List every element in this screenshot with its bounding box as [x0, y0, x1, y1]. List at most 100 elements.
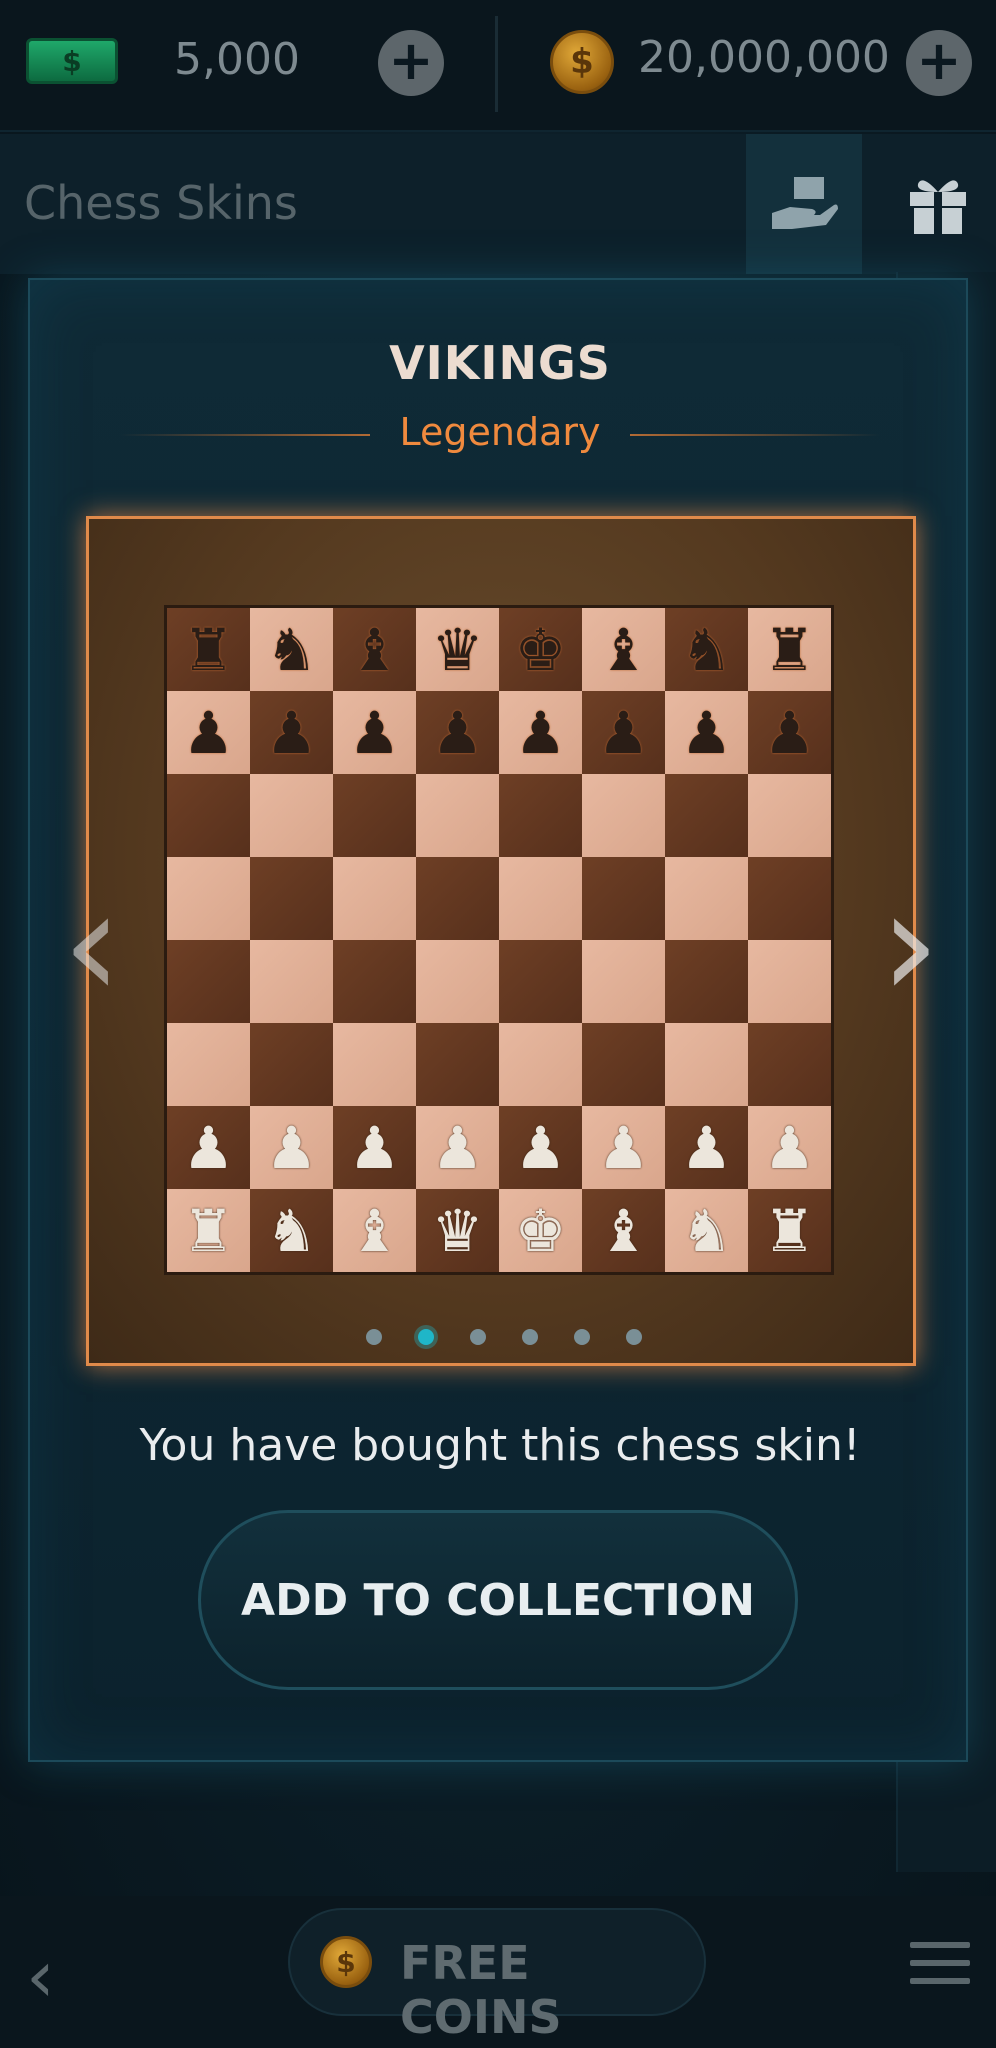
- chess-piece: ♝: [348, 1196, 401, 1265]
- chess-skins-screen: $ 5,000 + $ 20,000,000 + Chess Skins VIK…: [0, 0, 996, 2048]
- chess-piece: ♜: [182, 615, 235, 684]
- chess-piece: ♟: [431, 698, 484, 767]
- board-square: [582, 940, 665, 1023]
- chess-piece: ♟: [763, 1113, 816, 1182]
- chess-piece: ♚: [514, 1196, 567, 1265]
- chess-piece: ♟: [514, 698, 567, 767]
- chess-piece: ♛: [431, 615, 484, 684]
- board-square: ♟: [499, 1106, 582, 1189]
- board-square: ♟: [416, 691, 499, 774]
- carousel-dot[interactable]: [574, 1329, 590, 1345]
- board-square: ♝: [582, 1189, 665, 1272]
- board-square: ♟: [416, 1106, 499, 1189]
- chess-piece: ♟: [680, 1113, 733, 1182]
- board-square: ♚: [499, 1189, 582, 1272]
- board-square: ♟: [250, 1106, 333, 1189]
- cash-balance: 5,000: [174, 34, 300, 85]
- board-square: ♟: [167, 691, 250, 774]
- carousel-dot[interactable]: [626, 1329, 642, 1345]
- chess-piece: ♝: [348, 615, 401, 684]
- chess-piece: ♟: [431, 1113, 484, 1182]
- board-square: ♛: [416, 1189, 499, 1272]
- chess-board: ♜ ♞ ♝ ♛ ♚ ♝ ♞ ♜ ♟ ♟ ♟ ♟ ♟ ♟ ♟ ♟ ♟ ♟ ♟ ♟ ♟ ♟ ♟ ♟ ♜ ♞ ♝ ♛ ♚ ♝ ♞ ♜: [164, 605, 834, 1275]
- gift-button[interactable]: [880, 134, 996, 274]
- chess-piece: ♟: [265, 698, 318, 767]
- board-square: ♟: [582, 1106, 665, 1189]
- board-square: [333, 774, 416, 857]
- chess-piece: ♞: [265, 615, 318, 684]
- chess-piece: ♜: [763, 1196, 816, 1265]
- back-icon[interactable]: ‹: [26, 1934, 55, 2018]
- free-coins-label: FREE COINS: [400, 1936, 562, 2044]
- board-square: [167, 1023, 250, 1106]
- board-square: ♟: [167, 1106, 250, 1189]
- purchase-status: You have bought this chess skin!: [139, 1420, 861, 1471]
- carousel-dot[interactable]: [366, 1329, 382, 1345]
- board-square: [582, 1023, 665, 1106]
- chess-piece: ♟: [265, 1113, 318, 1182]
- board-square: [167, 940, 250, 1023]
- board-square: [499, 940, 582, 1023]
- board-square: [416, 1023, 499, 1106]
- add-to-collection-button[interactable]: ADD TO COLLECTION: [198, 1510, 798, 1690]
- board-square: [499, 857, 582, 940]
- board-square: ♟: [665, 691, 748, 774]
- board-square: [167, 774, 250, 857]
- board-square: [333, 1023, 416, 1106]
- chess-piece: ♜: [763, 615, 816, 684]
- board-square: [499, 1023, 582, 1106]
- board-square: [748, 774, 831, 857]
- carousel-dot[interactable]: [418, 1329, 434, 1345]
- add-cash-button[interactable]: +: [378, 30, 444, 96]
- bottom-bar: ‹ $ FREE COINS: [0, 1896, 996, 2048]
- board-square: ♟: [333, 691, 416, 774]
- board-square: ♟: [665, 1106, 748, 1189]
- board-square: ♞: [250, 608, 333, 691]
- cash-icon: $: [26, 38, 118, 84]
- add-coins-button[interactable]: +: [906, 30, 972, 96]
- board-square: ♞: [665, 1189, 748, 1272]
- chess-piece: ♟: [182, 1113, 235, 1182]
- skin-preview: ♜ ♞ ♝ ♛ ♚ ♝ ♞ ♜ ♟ ♟ ♟ ♟ ♟ ♟ ♟ ♟ ♟ ♟ ♟ ♟ ♟ ♟ ♟ ♟ ♜ ♞ ♝ ♛ ♚ ♝ ♞ ♜: [86, 516, 916, 1366]
- next-skin-button[interactable]: ›: [870, 870, 950, 1020]
- board-square: [250, 1023, 333, 1106]
- board-square: [416, 774, 499, 857]
- board-square: [416, 857, 499, 940]
- board-square: ♟: [250, 691, 333, 774]
- board-square: ♝: [333, 1189, 416, 1272]
- board-square: [250, 774, 333, 857]
- board-square: [665, 774, 748, 857]
- chess-piece: ♟: [763, 698, 816, 767]
- chess-piece: ♟: [680, 698, 733, 767]
- chess-piece: ♞: [680, 1196, 733, 1265]
- board-square: [665, 940, 748, 1023]
- board-square: ♚: [499, 608, 582, 691]
- board-square: [748, 940, 831, 1023]
- previous-skin-button[interactable]: ‹: [52, 870, 132, 1020]
- carousel-dot[interactable]: [522, 1329, 538, 1345]
- hand-box-icon: [772, 177, 838, 229]
- chess-piece: ♝: [597, 615, 650, 684]
- board-square: [665, 857, 748, 940]
- board-square: [250, 940, 333, 1023]
- carousel-dot[interactable]: [470, 1329, 486, 1345]
- gift-icon: [910, 180, 966, 234]
- chess-piece: ♟: [348, 1113, 401, 1182]
- coin-icon: $: [320, 1936, 372, 1988]
- rarity-row: Legendary: [120, 410, 880, 460]
- coin-balance: 20,000,000: [638, 32, 890, 83]
- rarity-divider-right: [630, 434, 880, 436]
- chess-piece: ♞: [265, 1196, 318, 1265]
- chess-piece: ♟: [182, 698, 235, 767]
- free-coins-button[interactable]: $ FREE COINS: [288, 1908, 706, 2044]
- chess-piece: ♝: [597, 1196, 650, 1265]
- shop-tab[interactable]: [746, 134, 862, 274]
- chess-piece: ♟: [348, 698, 401, 767]
- board-square: [582, 774, 665, 857]
- menu-icon[interactable]: [910, 1942, 970, 1988]
- board-square: ♜: [748, 608, 831, 691]
- chess-piece: ♚: [514, 615, 567, 684]
- board-square: ♞: [250, 1189, 333, 1272]
- board-square: [748, 1023, 831, 1106]
- board-square: ♟: [499, 691, 582, 774]
